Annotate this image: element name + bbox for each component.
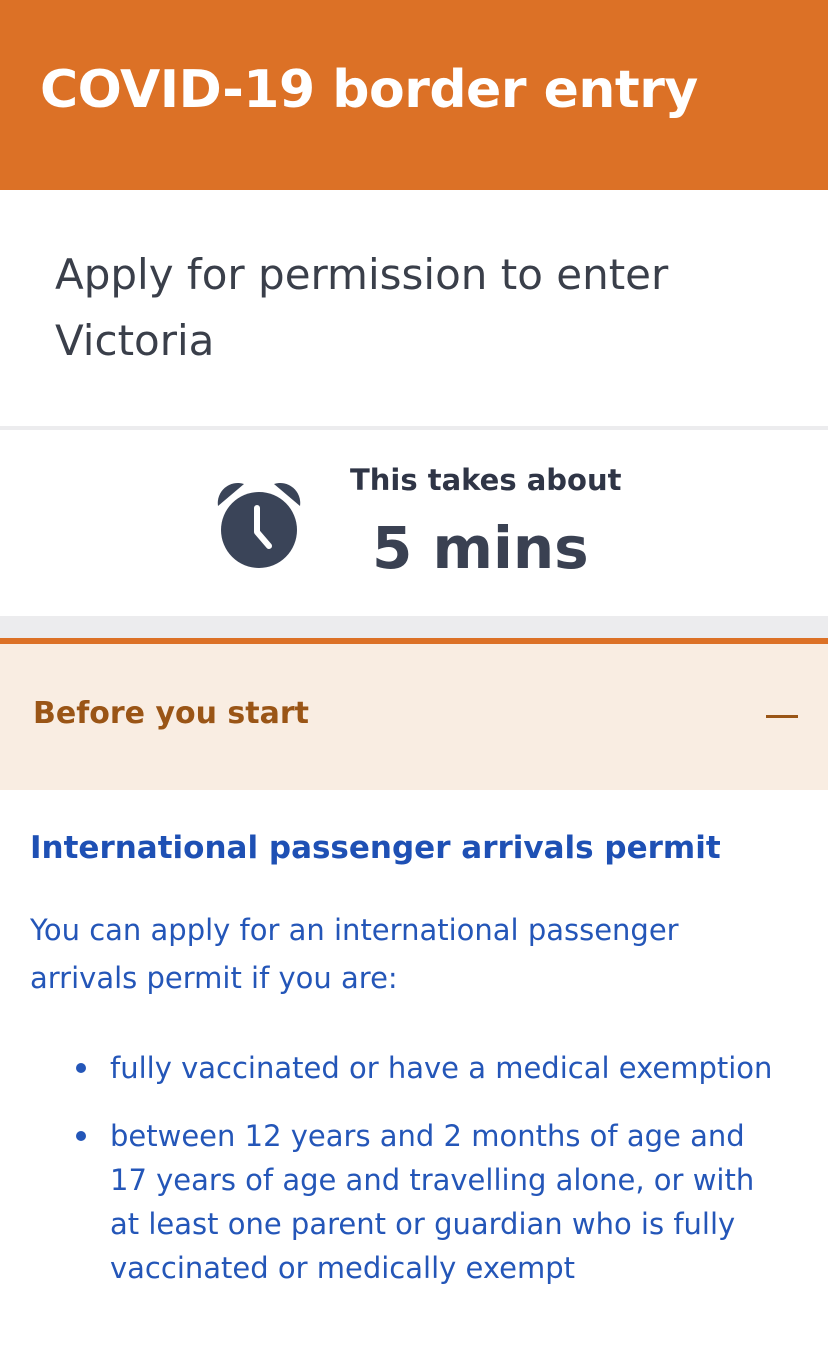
app-header: COVID-19 border entry (0, 0, 828, 190)
time-estimate-label: This takes about (350, 463, 622, 497)
page-subtitle: Apply for permission to enter Victoria (55, 250, 669, 365)
accordion-title: Before you start (33, 696, 310, 731)
minus-icon[interactable] (766, 700, 800, 734)
list-item: between 12 years and 2 months of age and… (0, 1114, 828, 1290)
time-estimate: This takes about 5 mins (0, 430, 828, 616)
intro-section: Apply for permission to enter Victoria (0, 190, 828, 430)
page-title: COVID-19 border entry (40, 60, 698, 120)
content-intro: You can apply for an international passe… (30, 913, 679, 995)
accordion-before-you-start[interactable]: Before you start (0, 644, 828, 790)
list-item-text: fully vaccinated or have a medical exemp… (110, 1051, 773, 1085)
list-item: fully vaccinated or have a medical exemp… (0, 1046, 828, 1090)
bullet-icon (76, 1063, 86, 1073)
content-heading: International passenger arrivals permit (30, 830, 721, 866)
alarm-clock-icon (217, 483, 301, 568)
time-estimate-value: 5 mins (372, 514, 589, 582)
bullet-icon (76, 1131, 86, 1141)
section-divider (0, 616, 828, 638)
list-item-text: between 12 years and 2 months of age and… (110, 1119, 755, 1285)
eligibility-list: fully vaccinated or have a medical exemp… (0, 1046, 828, 1314)
